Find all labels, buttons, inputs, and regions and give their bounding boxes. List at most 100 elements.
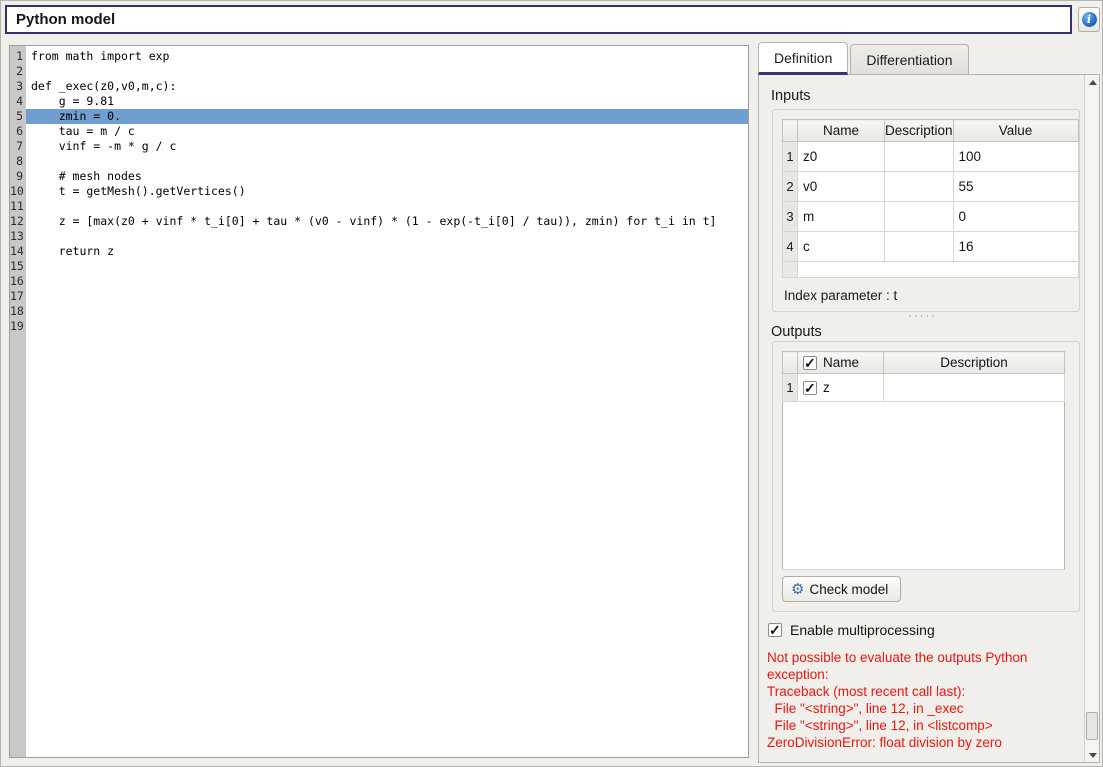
inputs-value-header[interactable]: Value [953, 120, 1078, 142]
inputs-name-header[interactable]: Name [798, 120, 885, 142]
code-line-7[interactable]: 7 vinf = -m * g / c [10, 139, 748, 154]
outputs-name-header[interactable]: Name [798, 352, 884, 374]
code-line-9[interactable]: 9 # mesh nodes [10, 169, 748, 184]
code-text [26, 304, 748, 319]
line-number: 12 [10, 214, 26, 229]
empty-row [783, 262, 1079, 278]
line-number: 9 [10, 169, 26, 184]
line-number: 8 [10, 154, 26, 169]
input-value-cell[interactable]: 0 [953, 202, 1078, 232]
output-name-label: z [823, 380, 830, 395]
empty-cell [798, 262, 1079, 278]
info-button[interactable]: i [1078, 7, 1100, 32]
input-value-cell[interactable]: 100 [953, 142, 1078, 172]
code-line-5[interactable]: 5 zmin = 0. [10, 109, 748, 124]
output-row: 1z [783, 374, 1065, 402]
line-number: 4 [10, 94, 26, 109]
input-description-cell[interactable] [885, 172, 954, 202]
code-text: def _exec(z0,v0,m,c): [26, 79, 748, 94]
code-line-1[interactable]: 1from math import exp [10, 49, 748, 64]
code-line-15[interactable]: 15 [10, 259, 748, 274]
input-name-cell[interactable]: z0 [798, 142, 885, 172]
line-number: 5 [10, 109, 26, 124]
code-line-8[interactable]: 8 [10, 154, 748, 169]
code-line-12[interactable]: 12 z = [max(z0 + vinf * t_i[0] + tau * (… [10, 214, 748, 229]
line-number: 1 [10, 49, 26, 64]
line-number: 16 [10, 274, 26, 289]
line-number: 15 [10, 259, 26, 274]
input-row: 2v0 55 [783, 172, 1079, 202]
gear-icon: ⚙ [791, 582, 804, 597]
row-number: 4 [783, 232, 798, 262]
inputs-table: Name Description Value 1z0 100 2v0 55 3m 0 4c 1… [782, 119, 1079, 278]
code-text: vinf = -m * g / c [26, 139, 748, 154]
input-name-cell[interactable]: m [798, 202, 885, 232]
code-line-17[interactable]: 17 [10, 289, 748, 304]
code-editor[interactable]: 1from math import exp23def _exec(z0,v0,m… [9, 45, 749, 758]
code-line-4[interactable]: 4 g = 9.81 [10, 94, 748, 109]
line-number: 6 [10, 124, 26, 139]
code-line-18[interactable]: 18 [10, 304, 748, 319]
info-icon: i [1082, 12, 1097, 27]
code-line-14[interactable]: 14 return z [10, 244, 748, 259]
code-text: zmin = 0. [26, 109, 748, 124]
code-line-13[interactable]: 13 [10, 229, 748, 244]
outputs-section-label: Outputs [771, 324, 822, 340]
input-row: 1z0 100 [783, 142, 1079, 172]
input-name-cell[interactable]: v0 [798, 172, 885, 202]
code-text [26, 289, 748, 304]
line-number: 17 [10, 289, 26, 304]
error-line: ZeroDivisionError: float division by zer… [767, 734, 1075, 751]
error-line: File "<string>", line 12, in _exec [767, 700, 1075, 717]
tab-definition[interactable]: Definition [758, 42, 848, 75]
code-text: tau = m / c [26, 124, 748, 139]
input-description-cell[interactable] [885, 202, 954, 232]
inputs-description-header[interactable]: Description [885, 120, 954, 142]
code-line-11[interactable]: 11 [10, 199, 748, 214]
input-description-cell[interactable] [885, 232, 954, 262]
line-number: 18 [10, 304, 26, 319]
panel-scrollbar[interactable] [1084, 75, 1099, 762]
code-text: return z [26, 244, 748, 259]
code-text: z = [max(z0 + vinf * t_i[0] + tau * (v0 … [26, 214, 748, 229]
row-number [783, 262, 798, 278]
tab-differentiation[interactable]: Differentiation [850, 44, 968, 75]
scroll-down-button[interactable] [1085, 748, 1100, 762]
input-description-cell[interactable] [885, 142, 954, 172]
outputs-description-header[interactable]: Description [884, 352, 1065, 374]
row-number: 3 [783, 202, 798, 232]
code-line-10[interactable]: 10 t = getMesh().getVertices() [10, 184, 748, 199]
output-name-cell[interactable]: z [798, 374, 884, 402]
enable-multiprocessing-checkbox[interactable]: Enable multiprocessing [768, 622, 935, 638]
code-line-2[interactable]: 2 [10, 64, 748, 79]
model-name-field[interactable]: Python model [5, 5, 1072, 34]
row-number: 1 [783, 374, 798, 402]
outputs-select-all-checkbox[interactable] [803, 356, 817, 370]
page-title: Python model [16, 11, 115, 28]
table-empty-area [783, 402, 1065, 570]
splitter-handle[interactable]: ····· [759, 313, 1086, 319]
input-name-cell[interactable]: c [798, 232, 885, 262]
code-line-19[interactable]: 19 [10, 319, 748, 334]
input-value-cell[interactable]: 16 [953, 232, 1078, 262]
code-text [26, 274, 748, 289]
scrollbar-thumb[interactable] [1086, 712, 1098, 740]
output-checkbox[interactable] [803, 381, 817, 395]
row-number: 2 [783, 172, 798, 202]
code-line-16[interactable]: 16 [10, 274, 748, 289]
line-number: 11 [10, 199, 26, 214]
arrow-down-icon [1089, 753, 1097, 758]
check-model-button[interactable]: ⚙ Check model [782, 576, 901, 602]
inputs-section-label: Inputs [771, 88, 811, 104]
code-line-3[interactable]: 3def _exec(z0,v0,m,c): [10, 79, 748, 94]
line-number: 3 [10, 79, 26, 94]
output-description-cell[interactable] [884, 374, 1065, 402]
scroll-up-button[interactable] [1085, 75, 1100, 89]
code-line-6[interactable]: 6 tau = m / c [10, 124, 748, 139]
row-number: 1 [783, 142, 798, 172]
error-line: File "<string>", line 12, in <listcomp> [767, 717, 1075, 734]
input-value-cell[interactable]: 55 [953, 172, 1078, 202]
error-message: Not possible to evaluate the outputs Pyt… [767, 649, 1075, 751]
outputs-name-header-label: Name [823, 355, 859, 370]
line-number: 10 [10, 184, 26, 199]
